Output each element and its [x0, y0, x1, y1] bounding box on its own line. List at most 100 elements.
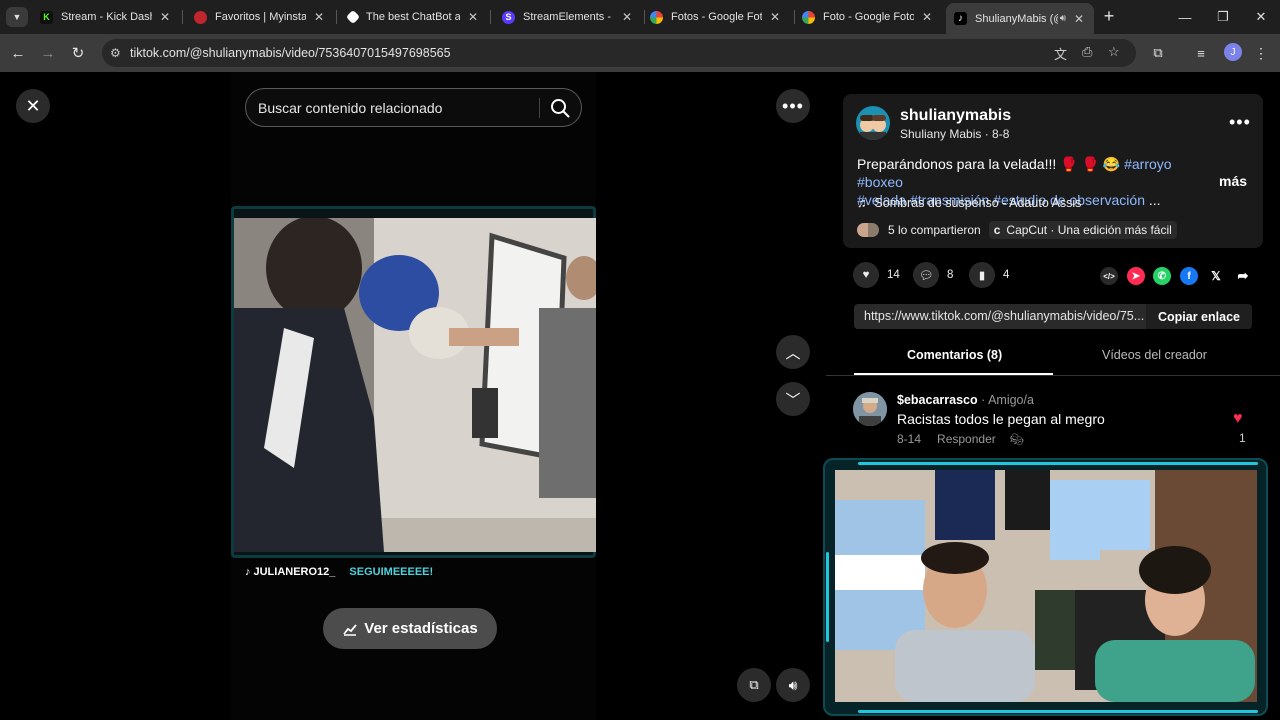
comment-like-count: 1: [1239, 431, 1246, 445]
browser-tab[interactable]: Fotos - Google Fotos ✕: [642, 4, 790, 30]
comment-meta: 8-14 Responder 🎭︎: [897, 432, 1024, 446]
tab-creator-videos[interactable]: Vídeos del creador: [1102, 348, 1207, 362]
save-button[interactable]: ▮ 4: [969, 262, 1009, 288]
minimize-button[interactable]: —: [1170, 6, 1200, 28]
chevron-up-icon: ︿: [785, 344, 801, 362]
tab-search-button[interactable]: ▼: [6, 7, 28, 27]
whatsapp-icon[interactable]: ✆: [1153, 267, 1171, 285]
tiktok-video-page: ✕ ♪ JULIANERO12_ SEGUIMEEEEE!: [0, 72, 1280, 720]
x-twitter-icon[interactable]: 𝕏: [1207, 267, 1225, 285]
close-tab-icon[interactable]: ✕: [466, 10, 480, 24]
music-link[interactable]: ♫ Sombras de suspenso - Adauto Assis: [857, 196, 1081, 210]
close-tab-icon[interactable]: ✕: [1072, 12, 1086, 26]
expand-description-button[interactable]: más: [1219, 173, 1247, 189]
close-tab-icon[interactable]: ✕: [768, 10, 782, 24]
chart-line-icon: [343, 623, 357, 636]
share-arrow-icon[interactable]: ➦: [1234, 267, 1252, 285]
close-video-button[interactable]: ✕: [16, 89, 50, 123]
media-controls-button[interactable]: ≡: [1190, 42, 1212, 64]
share-link-row: https://www.tiktok.com/@shulianymabis/vi…: [854, 304, 1252, 329]
comment-header: $ebacarrasco · Amigo/a: [897, 393, 1034, 407]
kebab-menu-icon: ⋮: [1254, 44, 1268, 61]
chatbot-icon: [345, 9, 361, 25]
browser-menu-button[interactable]: ⋮: [1250, 42, 1272, 64]
picture-in-picture-icon: ⧉: [749, 677, 759, 692]
share-link-text[interactable]: https://www.tiktok.com/@shulianymabis/vi…: [864, 309, 1144, 323]
profile-avatar[interactable]: J: [1224, 43, 1242, 61]
speaker-icon[interactable]: 🔊︎: [1060, 13, 1066, 24]
copy-link-button[interactable]: Copiar enlace: [1146, 304, 1252, 329]
hashtag[interactable]: #arroyo: [1124, 156, 1171, 172]
like-button[interactable]: ♥ 14: [853, 262, 900, 288]
close-tab-icon[interactable]: ✕: [620, 10, 634, 24]
back-button[interactable]: ←: [7, 42, 29, 64]
capcut-chip[interactable]: ᴄ CapCut · Una edición más fácil: [988, 221, 1177, 239]
browser-tab[interactable]: The best ChatBot anc ✕: [340, 4, 488, 30]
google-photos-icon: [802, 10, 815, 24]
overlay-handle: JULIANERO12_: [253, 566, 336, 578]
tab-comments[interactable]: Comentarios (8): [907, 348, 1002, 362]
restore-button[interactable]: ❐: [1208, 6, 1238, 28]
webcam-image: [835, 470, 1257, 702]
frame-glow: [858, 462, 1258, 465]
extensions-button[interactable]: ⧉: [1147, 42, 1169, 64]
search-input[interactable]: [258, 98, 528, 118]
myinstants-icon: [194, 10, 207, 24]
search-icon[interactable]: [548, 96, 572, 120]
browser-tab[interactable]: K Stream - Kick Dashbo ✕: [32, 4, 180, 30]
post-info-card: shulianymabis Shuliany Mabis · 8-8 ••• P…: [843, 94, 1263, 248]
comment-author[interactable]: $ebacarrasco: [897, 393, 978, 407]
commenter-avatar[interactable]: [853, 392, 887, 426]
browser-tab[interactable]: Favoritos | Myinstant ✕: [186, 4, 334, 30]
next-video-button[interactable]: ﹀: [776, 382, 810, 416]
comments-tabs: Comentarios (8) Vídeos del creador: [826, 344, 1280, 376]
more-dots-icon[interactable]: •••: [1229, 112, 1251, 133]
send-icon[interactable]: ➤: [1127, 267, 1145, 285]
site-info-icon[interactable]: ⚙︎: [110, 46, 121, 60]
comment-text: Racistas todos le pegan al megro: [897, 411, 1105, 427]
active-tab-indicator: [854, 373, 1053, 375]
tiktok-icon: ♪: [245, 566, 251, 578]
author-avatar[interactable]: [856, 106, 890, 140]
previous-video-button[interactable]: ︿: [776, 335, 810, 369]
close-tab-icon[interactable]: ✕: [312, 10, 326, 24]
view-stats-button[interactable]: Ver estadísticas: [323, 608, 497, 649]
browser-tab[interactable]: Foto - Google Fotos ✕: [794, 4, 942, 30]
browser-tab-active[interactable]: ♪ ShulianyMabis (@ 🔊︎ ✕: [946, 3, 1094, 34]
comment-button[interactable]: 💬︎ 8: [913, 262, 953, 288]
new-tab-button[interactable]: +: [1098, 5, 1120, 27]
more-options-button[interactable]: •••: [776, 89, 810, 123]
frame-glow: [858, 710, 1258, 713]
bookmark-star-icon[interactable]: ☆: [1108, 44, 1120, 60]
browser-toolbar: ← → ↻ ⚙︎ tiktok.com/@shulianymabis/video…: [0, 34, 1280, 72]
embed-icon[interactable]: </>: [1100, 267, 1118, 285]
forward-button[interactable]: →: [37, 42, 59, 64]
streamelements-icon: S: [502, 10, 515, 24]
relation-badge: Amigo/a: [988, 393, 1034, 407]
translate-icon[interactable]: 文: [1054, 44, 1067, 63]
heart-icon: ♥: [853, 262, 879, 288]
close-window-button[interactable]: ✕: [1246, 6, 1276, 28]
related-search-box: [245, 88, 582, 127]
puzzle-icon: ⧉: [1153, 45, 1163, 60]
close-tab-icon[interactable]: ✕: [920, 10, 934, 24]
capcut-icon: ᴄ: [993, 223, 1001, 237]
install-app-icon[interactable]: ⎙: [1082, 44, 1092, 60]
kick-icon: K: [40, 10, 53, 24]
sharer-avatars: [857, 223, 879, 237]
hashtag[interactable]: #boxeo: [857, 174, 903, 190]
reload-button[interactable]: ↻: [67, 42, 89, 64]
close-tab-icon[interactable]: ✕: [158, 10, 172, 24]
reply-button[interactable]: Responder: [937, 432, 996, 446]
overlay-text: SEGUIMEEEEE!: [349, 566, 434, 578]
arrow-right-icon: →: [40, 44, 56, 62]
author-username[interactable]: shulianymabis: [900, 107, 1011, 125]
address-bar[interactable]: ⚙︎ tiktok.com/@shulianymabis/video/75364…: [102, 39, 1136, 67]
chevron-down-icon: ﹀: [785, 391, 801, 409]
google-photos-icon: [650, 10, 663, 24]
browser-tab[interactable]: S StreamElements - Su ✕: [494, 4, 642, 30]
volume-button[interactable]: 🔊︎: [776, 668, 810, 702]
heart-icon[interactable]: ♥: [1233, 410, 1243, 428]
floating-player-button[interactable]: ⧉: [737, 668, 771, 702]
facebook-icon[interactable]: f: [1180, 267, 1198, 285]
